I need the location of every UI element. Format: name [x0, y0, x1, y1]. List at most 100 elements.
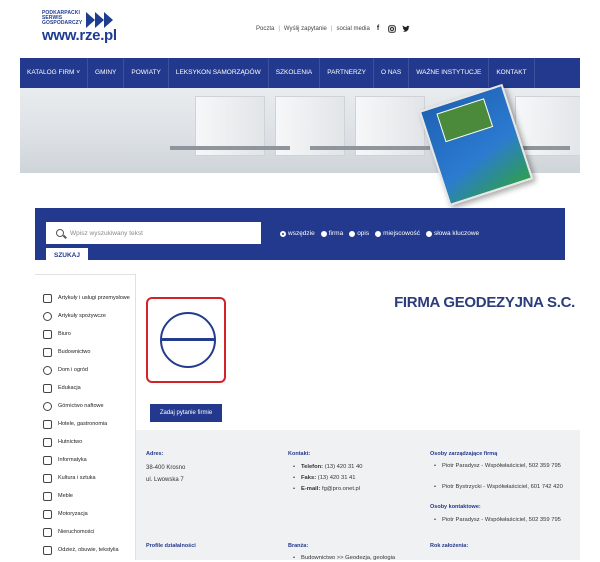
- logo-chevron-icon: [95, 12, 104, 28]
- branch-label: Branża:: [288, 543, 309, 549]
- search-button[interactable]: SZUKAJ: [46, 248, 88, 263]
- radio-dot: [375, 230, 382, 237]
- laptop-icon: [43, 455, 52, 465]
- sidebar-item-hutnictwo[interactable]: Hutnictwo: [43, 436, 82, 448]
- sidebar-item-informatyka[interactable]: Informatyka: [43, 454, 87, 466]
- nav-powiaty[interactable]: POWIATY: [124, 58, 169, 88]
- chair-icon: [43, 491, 52, 501]
- radio-dot: [280, 230, 286, 237]
- search-icon: [56, 229, 64, 237]
- company-title: FIRMA GEODEZYJNA S.C.: [394, 294, 575, 311]
- search-input[interactable]: Wpisz wyszukiwany tekst: [46, 222, 261, 244]
- ask-company-button[interactable]: Zadaj pytanie firmie: [150, 404, 222, 422]
- nav-leksykon-samorzadow[interactable]: LEKSYKON SAMORZĄDÓW: [169, 58, 269, 88]
- nav-wazne-instytucje[interactable]: WAŻNE INSTYTUCJE: [409, 58, 490, 88]
- category-sidebar: Artykuły i usługi przemysłowe Artykuły s…: [35, 274, 136, 560]
- book-icon: [43, 473, 52, 483]
- sidebar-item-nieruchomosci[interactable]: Nieruchomości: [43, 526, 94, 538]
- header: PODKARPACKI SERWIS GOSPODARCZY www.rze.p…: [0, 0, 600, 58]
- separator: |: [278, 26, 280, 32]
- sidebar-item-kultura-i-sztuka[interactable]: Kultura i sztuka: [43, 472, 96, 484]
- logo-url: www.rze.pl: [42, 27, 117, 44]
- contact-fax: Faks: (13) 420 31 41: [293, 474, 355, 482]
- gear-icon: [43, 401, 52, 411]
- office-desk: [170, 146, 290, 150]
- nav-kontakt[interactable]: KONTAKT: [489, 58, 535, 88]
- facebook-icon[interactable]: f: [374, 25, 382, 33]
- radio-dot: [320, 230, 327, 237]
- toplink-social-media[interactable]: social media: [336, 26, 369, 32]
- twitter-icon[interactable]: [402, 25, 410, 33]
- founded-label: Rok założenia:: [430, 543, 469, 549]
- tree-icon: [43, 365, 52, 375]
- sidebar-item-budownictwo[interactable]: Budownictwo: [43, 346, 90, 358]
- site-logo[interactable]: PODKARPACKI SERWIS GOSPODARCZY www.rze.p…: [42, 11, 117, 45]
- contact-label: Kontakt:: [288, 451, 311, 457]
- shield-icon: [43, 437, 52, 447]
- sidebar-item-edukacja[interactable]: Edukacja: [43, 382, 81, 394]
- apple-icon: [43, 311, 52, 321]
- sidebar-item-motoryzacja[interactable]: Motoryzacja: [43, 508, 88, 520]
- radio-firma[interactable]: firma: [320, 230, 343, 237]
- shirt-icon: [43, 545, 52, 555]
- toplink-poczta[interactable]: Poczta: [256, 26, 274, 32]
- top-links: Poczta | Wyślij zapytanie | social media: [256, 26, 370, 32]
- address-line: ul. Lwowska 7: [146, 477, 184, 483]
- building-icon: [43, 527, 52, 537]
- contact-email[interactable]: E-mail: fg@pro.onet.pl: [293, 485, 360, 493]
- logo-line: GOSPODARCZY: [42, 20, 83, 26]
- radio-slowa-kluczowe[interactable]: słowa kluczowe: [425, 230, 479, 237]
- search-bar: Wpisz wyszukiwany tekst wszędzie firma o…: [35, 208, 565, 260]
- bed-icon: [43, 419, 52, 429]
- chevron-down-icon: ˅: [76, 69, 81, 76]
- sidebar-item-dom-i-ogrod[interactable]: Dom i ogród: [43, 364, 88, 376]
- radio-wszedzie[interactable]: wszędzie: [280, 230, 315, 237]
- company-logo: [146, 297, 226, 383]
- radio-dot: [425, 230, 432, 237]
- instagram-icon[interactable]: [388, 25, 396, 33]
- graduation-cap-icon: [43, 383, 52, 393]
- search-scope-options: wszędzie firma opis miejscowość słowa kl…: [280, 230, 479, 237]
- monitor-icon: [43, 293, 52, 303]
- logo-chevron-icon: [104, 12, 113, 28]
- nav-partnerzy[interactable]: PARTNERZY: [320, 58, 374, 88]
- book-cover-photo: [436, 98, 494, 143]
- company-logo-globe: [160, 312, 216, 368]
- main-nav: KATALOG FIRM ˅ GMINY POWIATY LEKSYKON SA…: [20, 58, 580, 88]
- profile-label: Profile działalności: [146, 543, 196, 549]
- management-label: Osoby zarządzające firmą: [430, 451, 498, 457]
- address-line: 38-400 Krosno: [146, 465, 186, 471]
- sidebar-item-hotele-gastronomia[interactable]: Hotele, gastronomia: [43, 418, 107, 430]
- contact-person: Piotr Paradysz - Współwłaściciel, 502 35…: [434, 516, 572, 524]
- house-icon: [43, 347, 52, 357]
- clipboard-icon: [43, 329, 52, 339]
- company-details: Adres: 38-400 Krosno ul. Lwowska 7 Konta…: [136, 430, 580, 562]
- nav-katalog-firm[interactable]: KATALOG FIRM ˅: [20, 58, 89, 88]
- office-desk: [310, 146, 430, 150]
- sidebar-item-odziez-obuwie[interactable]: Odzież, obuwie, tekstylia: [43, 544, 119, 556]
- logo-stripe: [162, 338, 214, 341]
- nav-gminy[interactable]: GMINY: [88, 58, 125, 88]
- search-placeholder: Wpisz wyszukiwany tekst: [70, 229, 143, 237]
- sidebar-item-biuro[interactable]: Biuro: [43, 328, 71, 340]
- management-person: Piotr Bystrzycki - Współwłaściciel, 601 …: [434, 483, 572, 491]
- radio-dot: [349, 230, 356, 237]
- sidebar-item-artykuly-przemyslowe[interactable]: Artykuły i usługi przemysłowe: [43, 292, 130, 304]
- radio-opis[interactable]: opis: [349, 230, 369, 237]
- car-icon: [43, 509, 52, 519]
- social-icons: f: [374, 25, 410, 33]
- logo-chevron-icon: [86, 12, 95, 28]
- address-label: Adres:: [146, 451, 164, 457]
- nav-o-nas[interactable]: O NAS: [374, 58, 410, 88]
- radio-miejscowosc[interactable]: miejscowość: [375, 230, 420, 237]
- management-person: Piotr Paradysz - Współwłaściciel, 502 35…: [434, 462, 572, 470]
- branch-value[interactable]: Budownictwo >> Geodezja, geologia: [293, 554, 426, 562]
- toplink-wyslij-zapytanie[interactable]: Wyślij zapytanie: [284, 26, 327, 32]
- contact-phone[interactable]: Telefon: (13) 420 31 40: [293, 463, 363, 471]
- sidebar-item-gornictwo-naftowe[interactable]: Górnictwo naftowe: [43, 400, 104, 412]
- sidebar-item-artykuly-spozywcze[interactable]: Artykuły spożywcze: [43, 310, 106, 322]
- nav-szkolenia[interactable]: SZKOLENIA: [269, 58, 321, 88]
- separator: |: [330, 26, 333, 32]
- contact-persons-label: Osoby kontaktowe:: [430, 504, 481, 510]
- sidebar-item-meble[interactable]: Meble: [43, 490, 73, 502]
